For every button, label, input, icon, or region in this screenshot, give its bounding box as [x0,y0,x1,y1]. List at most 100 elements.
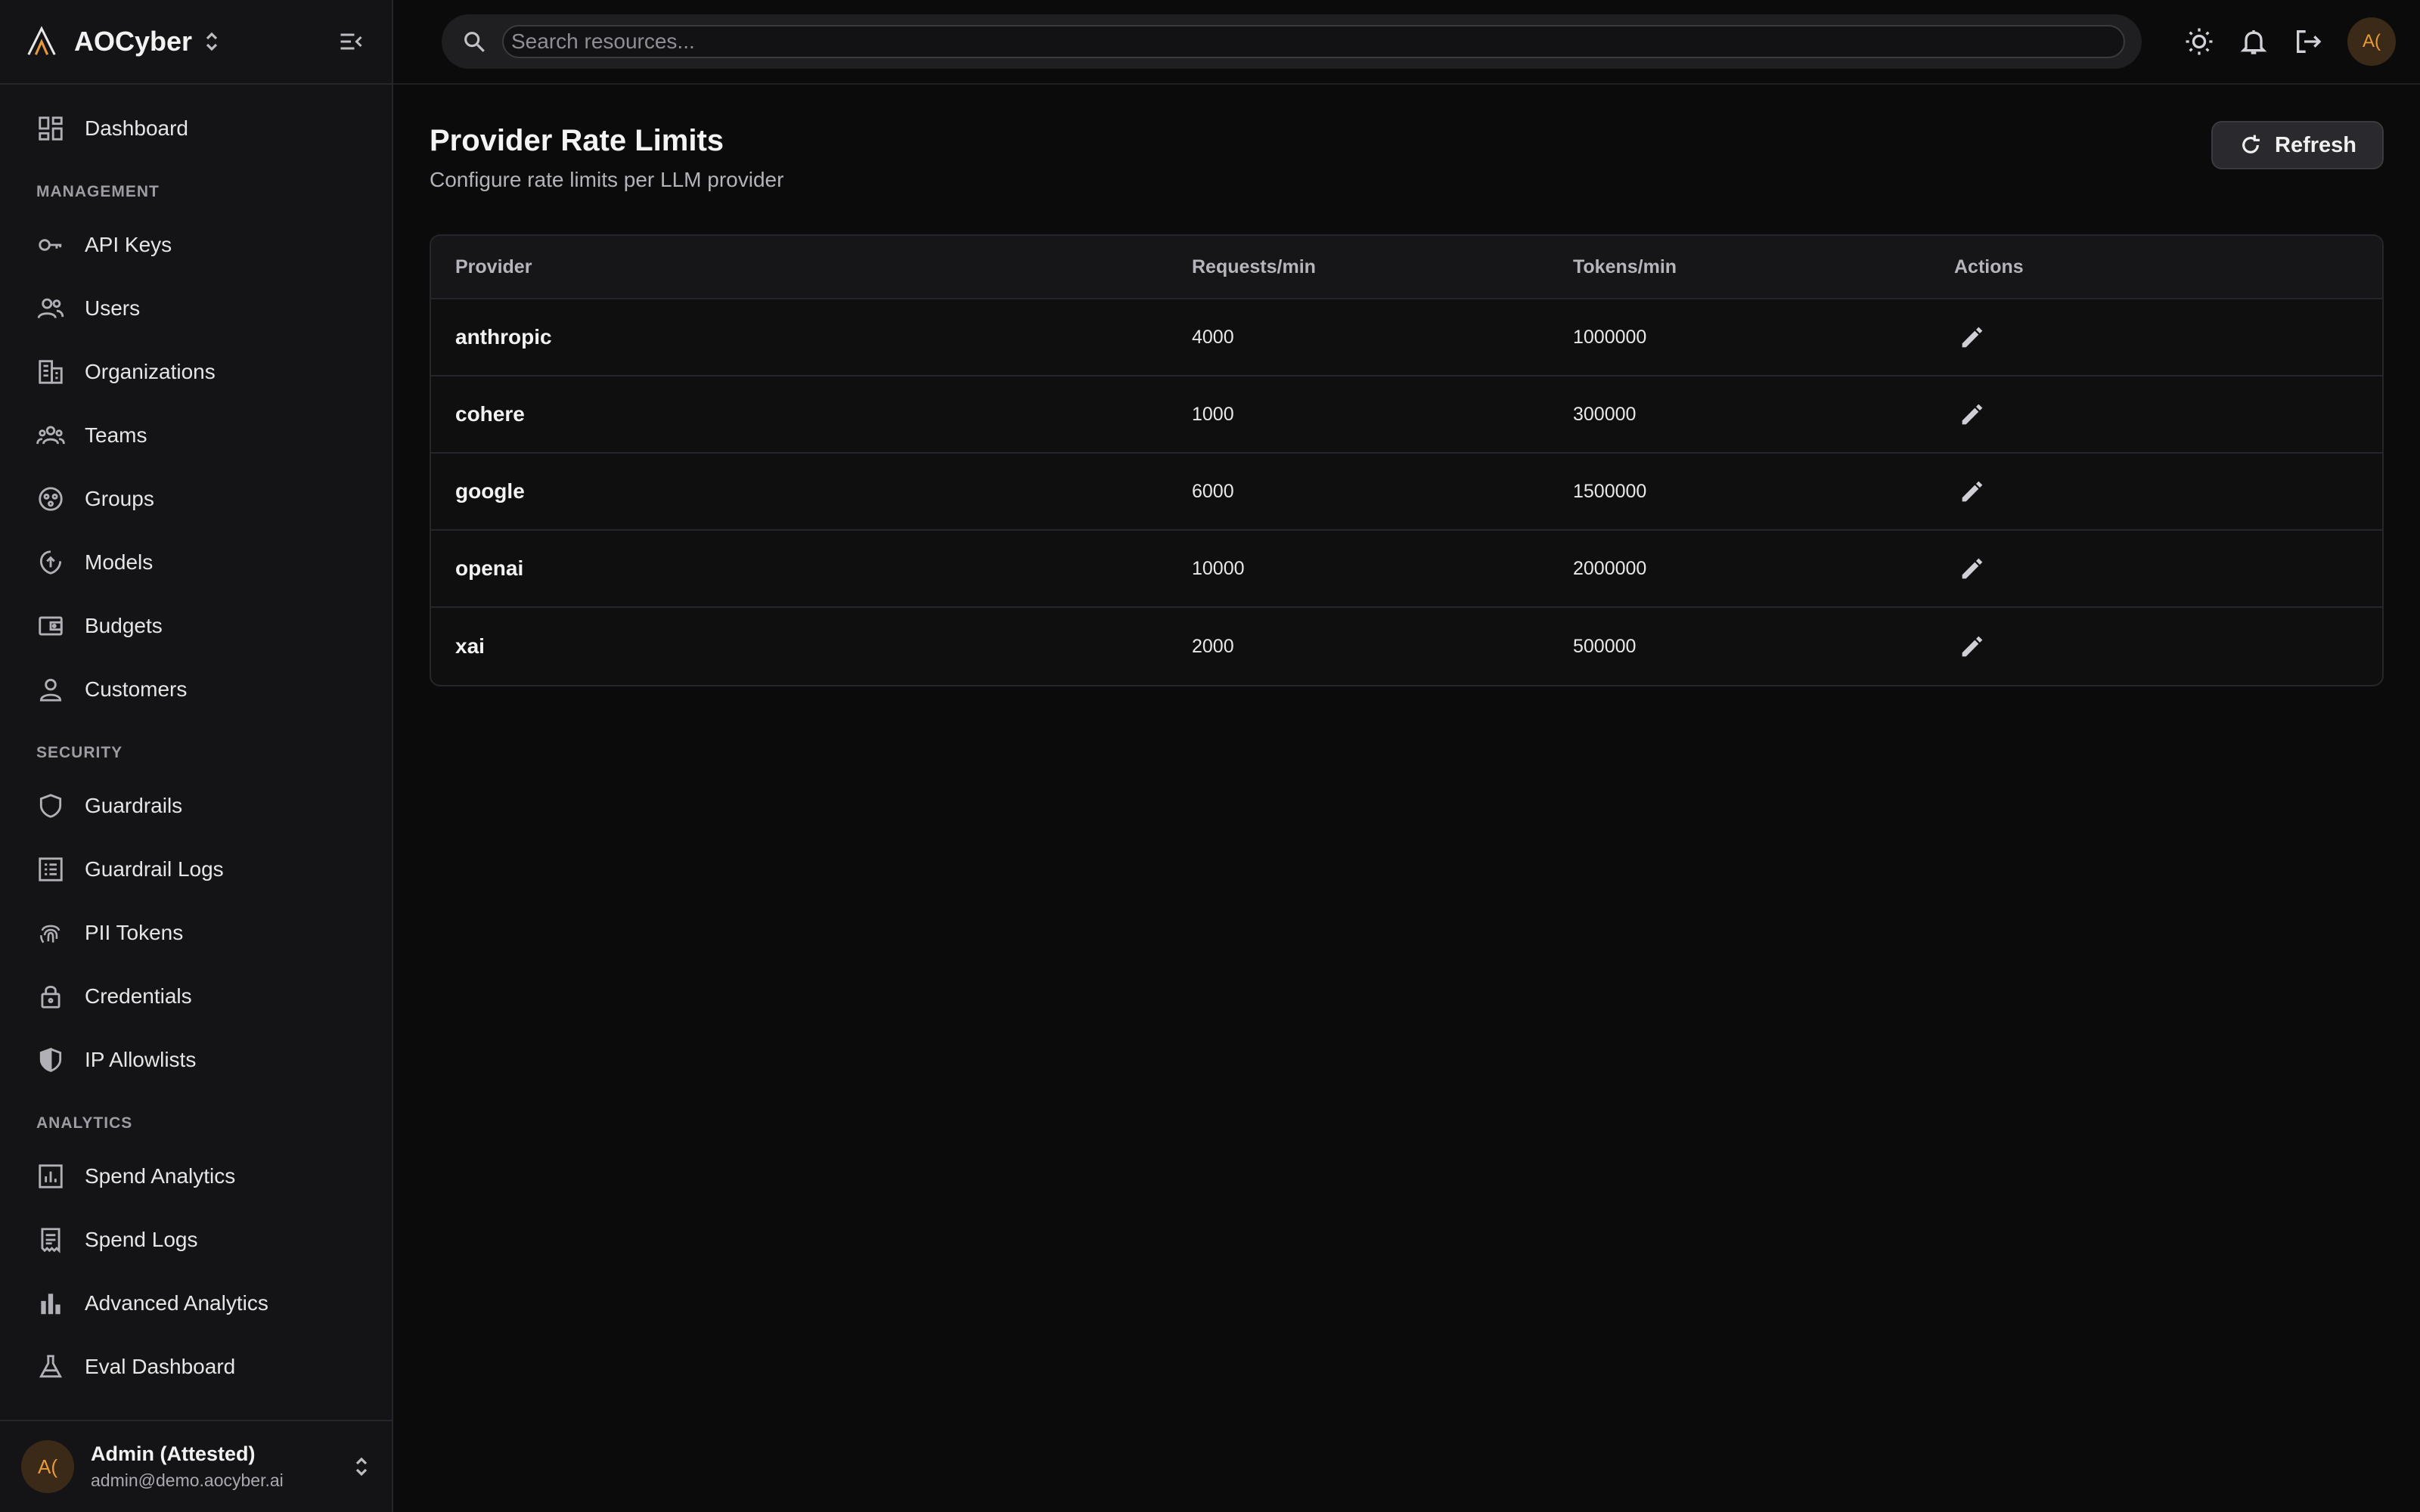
sidebar-item-label: Guardrail Logs [85,857,224,881]
sidebar-item-label: Organizations [85,360,216,383]
refresh-button-label: Refresh [2275,132,2356,157]
search-icon [464,32,485,52]
sidebar-item-groups[interactable]: Groups [0,467,392,531]
table-row: cohere 1000 300000 [431,376,2382,454]
bar-chart-icon [41,1294,60,1315]
sidebar-item-label: Customers [85,677,188,701]
list-icon [39,857,63,881]
topbar-actions: A( [2160,17,2396,66]
sidebar-item-label: Users [85,296,141,320]
refresh-button[interactable]: Refresh [2211,121,2384,169]
tokens-cell: 500000 [1573,635,1637,657]
chevron-updown-icon[interactable] [352,1454,371,1479]
fingerprint-icon [40,925,60,943]
edit-pencil-icon[interactable] [1957,322,1987,352]
sidebar-item-customers[interactable]: Customers [0,658,392,721]
key-icon [39,239,62,251]
dashboard-icon [39,116,63,141]
sidebar-item-models[interactable]: Models [0,531,392,594]
refresh-icon [2242,135,2260,153]
sidebar-item-label: Budgets [85,614,163,637]
header-avatar[interactable]: A( [2347,17,2396,66]
tokens-cell: 1000000 [1573,326,1647,348]
table-row: xai 2000 500000 [431,608,2382,685]
topbar: A( [393,0,2420,85]
lock-icon [41,985,60,1009]
sidebar-item-users[interactable]: Users [0,277,392,340]
table-row: google 6000 1500000 [431,454,2382,531]
edit-pencil-icon[interactable] [1957,476,1987,507]
edit-pencil-icon[interactable] [1957,631,1987,662]
sidebar-item-dashboard[interactable]: Dashboard [0,97,392,160]
user-info: Admin (Attested) admin@demo.aocyber.ai [91,1442,284,1491]
sidebar-item-eval-dashboard[interactable]: Eval Dashboard [0,1335,392,1399]
sidebar-item-api-keys[interactable]: API Keys [0,213,392,277]
column-header-actions: Actions [1954,256,2024,277]
sidebar-item-label: Advanced Analytics [85,1291,268,1315]
sidebar-nav: Dashboard MANAGEMENT API Keys Users Orga… [0,85,392,1399]
receipt-icon [41,1228,60,1253]
sidebar-item-organizations[interactable]: Organizations [0,340,392,404]
shield-icon [39,794,62,818]
sidebar-item-advanced-analytics[interactable]: Advanced Analytics [0,1272,392,1335]
sidebar-item-spend-logs[interactable]: Spend Logs [0,1208,392,1272]
section-label-security: SECURITY [36,744,123,761]
tokens-cell: 300000 [1573,403,1637,425]
notification-bell-icon[interactable] [2238,26,2269,57]
sidebar-item-label: API Keys [85,233,172,256]
actions-cell [1954,553,2382,584]
tokens-cell: 1500000 [1573,480,1647,502]
actions-cell [1954,631,2382,662]
actions-cell [1954,476,2382,507]
theme-toggle-sun-icon[interactable] [2184,26,2214,57]
sidebar-item-credentials[interactable]: Credentials [0,965,392,1028]
sidebar-item-label: Guardrails [85,794,183,817]
sidebar-item-label: Eval Dashboard [85,1355,236,1378]
table-header: Provider Requests/min Tokens/min Actions [431,236,2382,299]
requests-cell: 1000 [1192,403,1234,425]
sidebar-item-guardrails[interactable]: Guardrails [0,774,392,838]
search-bar [442,14,2142,69]
page-subtitle: Configure rate limits per LLM provider [430,168,784,191]
search-input[interactable] [502,25,2125,58]
chevron-updown-icon[interactable] [203,29,221,54]
groups-icon [39,487,63,511]
logout-icon[interactable] [2293,26,2323,57]
sidebar-item-label: Spend Analytics [85,1164,236,1188]
provider-cell: xai [455,634,485,658]
column-header-tokens: Tokens/min [1573,256,1677,277]
brand-name: AOCyber [74,26,193,57]
sidebar-item-label: Credentials [85,984,192,1008]
sidebar-item-pii-tokens[interactable]: PII Tokens [0,901,392,965]
column-header-requests: Requests/min [1192,256,1316,277]
provider-cell: cohere [455,402,525,426]
user-email: admin@demo.aocyber.ai [91,1470,284,1490]
edit-pencil-icon[interactable] [1957,399,1987,429]
sidebar-item-ip-allowlists[interactable]: IP Allowlists [0,1028,392,1092]
brand-logo-icon [27,26,56,55]
sidebar: AOCyber Dashboard MANAGEMENT API Keys Us… [0,0,393,1512]
tokens-cell: 2000000 [1573,557,1647,579]
requests-cell: 2000 [1192,635,1234,657]
sidebar-item-spend-analytics[interactable]: Spend Analytics [0,1145,392,1208]
section-label-management: MANAGEMENT [36,183,160,200]
avatar: A( [21,1440,74,1493]
users-icon [37,298,64,319]
sidebar-item-budgets[interactable]: Budgets [0,594,392,658]
collapse-sidebar-icon[interactable] [337,28,365,55]
person-icon [39,678,62,702]
edit-pencil-icon[interactable] [1957,553,1987,584]
rate-limits-table: Provider Requests/min Tokens/min Actions… [430,234,2384,686]
user-card[interactable]: A( Admin (Attested) admin@demo.aocyber.a… [0,1420,392,1512]
actions-cell [1954,322,2382,352]
sidebar-item-label: Dashboard [85,116,188,140]
sidebar-item-label: Groups [85,487,154,510]
sidebar-item-teams[interactable]: Teams [0,404,392,467]
sidebar-item-label: Spend Logs [85,1228,198,1251]
table-row: anthropic 4000 1000000 [431,299,2382,376]
provider-cell: anthropic [455,325,552,349]
sidebar-item-label: Teams [85,423,147,447]
sidebar-item-label: PII Tokens [85,921,184,944]
page-title: Provider Rate Limits [430,124,724,157]
sidebar-item-guardrail-logs[interactable]: Guardrail Logs [0,838,392,901]
